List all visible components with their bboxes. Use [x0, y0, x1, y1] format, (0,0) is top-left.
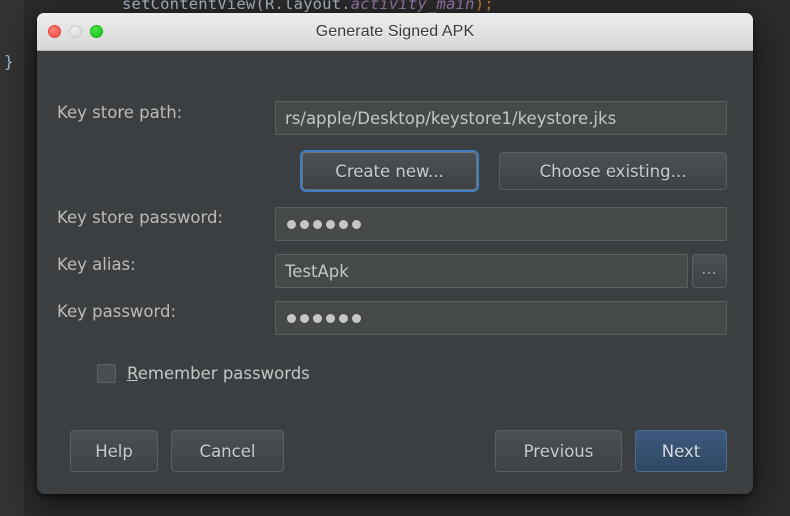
row-key-store-password: Key store password: [57, 208, 223, 227]
create-new-button-label: Create new... [335, 162, 443, 181]
remember-passwords-mnemonic: R [127, 364, 138, 383]
input-key-password[interactable] [275, 301, 727, 335]
editor-gutter [0, 0, 25, 516]
input-key-store-path[interactable]: rs/apple/Desktop/keystore1/keystore.jks [275, 101, 727, 135]
value-key-alias: TestApk [285, 262, 349, 281]
previous-button[interactable]: Previous [495, 430, 622, 472]
ellipsis-icon: ... [702, 263, 717, 278]
masked-value-key-password [285, 314, 361, 323]
cancel-button-label: Cancel [200, 442, 256, 461]
zoom-window-icon[interactable] [90, 25, 103, 38]
input-key-alias[interactable]: TestApk [275, 254, 688, 288]
dialog-titlebar[interactable]: Generate Signed APK [37, 13, 753, 51]
label-key-alias: Key alias: [57, 255, 136, 274]
remember-passwords-label-rest: emember passwords [138, 364, 310, 383]
previous-button-label: Previous [524, 442, 594, 461]
help-button[interactable]: Help [70, 430, 158, 472]
choose-existing-button[interactable]: Choose existing... [499, 152, 727, 190]
key-alias-browse-button[interactable]: ... [692, 254, 727, 288]
cancel-button[interactable]: Cancel [171, 430, 284, 472]
code-token-prefix: setContentView(R.layout. [122, 0, 351, 13]
masked-value-key-store-password [285, 220, 361, 229]
window-controls [48, 25, 103, 38]
remember-passwords-checkbox[interactable]: Remember passwords [97, 364, 310, 383]
label-key-password: Key password: [57, 302, 176, 321]
row-key-alias: Key alias: [57, 255, 136, 274]
dialog-body: Key store path: rs/apple/Desktop/keystor… [37, 51, 753, 494]
dialog-title: Generate Signed APK [37, 23, 753, 41]
checkbox-box-icon[interactable] [97, 364, 116, 383]
value-key-store-path: rs/apple/Desktop/keystore1/keystore.jks [285, 109, 616, 128]
minimize-window-icon[interactable] [69, 25, 82, 38]
help-button-label: Help [95, 442, 133, 461]
row-key-password: Key password: [57, 302, 176, 321]
input-key-store-password[interactable] [275, 207, 727, 241]
code-line-closing-brace: } [4, 52, 14, 71]
code-line-setcontentview: setContentView(R.layout.activity_main); [122, 0, 494, 13]
create-new-button[interactable]: Create new... [302, 152, 477, 190]
code-token-field: activity_main [351, 0, 475, 13]
dialog-button-bar: Help Cancel Previous Next [37, 408, 753, 494]
label-key-store-path: Key store path: [57, 103, 275, 122]
remember-passwords-label: Remember passwords [127, 364, 310, 383]
next-button-label: Next [662, 442, 700, 461]
next-button[interactable]: Next [635, 430, 727, 472]
generate-signed-apk-dialog: Generate Signed APK Key store path: rs/a… [37, 13, 753, 494]
label-key-store-password: Key store password: [57, 208, 223, 227]
close-window-icon[interactable] [48, 25, 61, 38]
code-token-suffix: ); [475, 0, 494, 13]
choose-existing-button-label: Choose existing... [540, 162, 687, 181]
row-key-store-path: Key store path: [57, 103, 275, 122]
